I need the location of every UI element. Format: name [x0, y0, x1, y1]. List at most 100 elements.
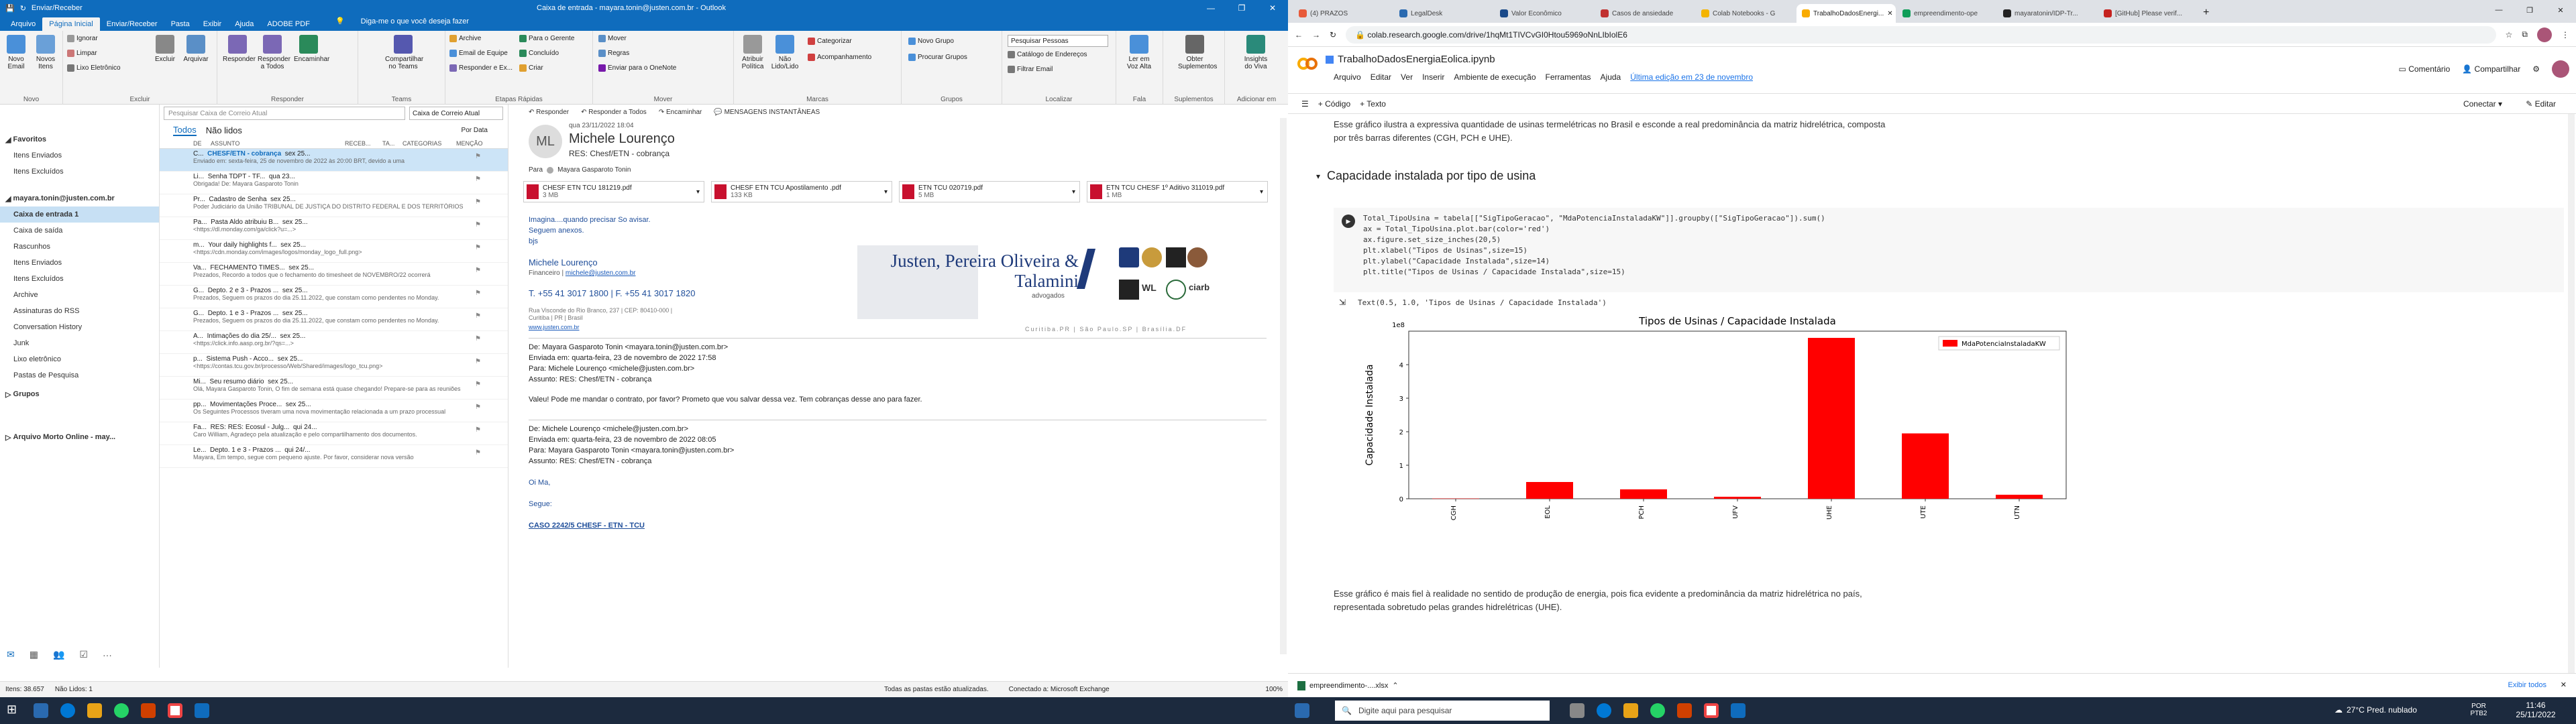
forward-button[interactable]: Encaminhar: [294, 35, 329, 63]
bookmark-star-icon[interactable]: ☆: [2506, 30, 2513, 40]
favorites-header[interactable]: ◢ Favoritos: [0, 131, 159, 147]
folder-search[interactable]: Pastas de Pesquisa: [0, 367, 159, 383]
browser-tab[interactable]: [GitHub] Please verif...: [2098, 4, 2198, 23]
menu-ajuda[interactable]: Ajuda: [1601, 72, 1621, 82]
menu-ver[interactable]: Ver: [1401, 72, 1413, 82]
send-receive-icon[interactable]: ↻: [20, 4, 26, 13]
account-header[interactable]: ◢ mayara.tonin@justen.com.br: [0, 190, 159, 206]
browser-tab[interactable]: mayaratonin/IDP-Tr...: [1998, 4, 2097, 23]
tab-arquivo[interactable]: Arquivo: [4, 17, 42, 31]
browse-groups-button[interactable]: Procurar Grupos: [908, 54, 967, 61]
share-teams-button[interactable]: Compartilhar no Teams: [385, 35, 423, 70]
message-row[interactable]: p... Sistema Push - Acco... sex 25... <ht…: [160, 354, 508, 377]
im-action[interactable]: 💬 MENSAGENS INSTANTÂNEAS: [714, 109, 820, 116]
code-cell[interactable]: ▶ Total_TipoUsina = tabela[["SigTipoGera…: [1334, 208, 2564, 292]
flag-icon[interactable]: ⚑: [475, 244, 481, 251]
sort-by-date[interactable]: Por Data: [462, 127, 488, 134]
unread-read-button[interactable]: Não Lido/Lido: [770, 35, 800, 70]
attachment[interactable]: ETN TCU CHESF 1º Aditivo 311019.pdf 1 MB ▾: [1087, 181, 1268, 202]
chrome-icon[interactable]: [168, 703, 182, 718]
save-icon[interactable]: 💾: [5, 4, 15, 13]
collapse-section-icon[interactable]: ▾: [1316, 172, 1320, 181]
message-row[interactable]: Fa... RES: RES: Ecosul - Julg... qui 24.…: [160, 422, 508, 445]
weather-widget[interactable]: ☁ 27°C Pred. nublado: [2334, 705, 2417, 715]
address-book-button[interactable]: Catálogo de Endereços: [1008, 51, 1087, 58]
tab-adobe-pdf[interactable]: ADOBE PDF: [260, 17, 317, 31]
message-row[interactable]: pp... Movimentações Proce... sex 25... Os…: [160, 400, 508, 422]
filter-all-tab[interactable]: Todos: [173, 125, 197, 136]
browser-tab[interactable]: Colab Notebooks - G: [1696, 4, 1795, 23]
signature-email-link[interactable]: michele@justen.com.br: [566, 269, 636, 277]
taskbar-search[interactable]: 🔍 Digite aqui para pesquisar: [1335, 701, 1550, 721]
language-indicator[interactable]: POR PTB2: [2469, 703, 2489, 717]
flag-icon[interactable]: ⚑: [475, 358, 481, 365]
groups-header[interactable]: ▷ Grupos: [0, 386, 159, 402]
windows-start-icon[interactable]: ⊞: [7, 703, 21, 717]
outlook-icon[interactable]: [1731, 703, 1746, 718]
flag-icon[interactable]: ⚑: [475, 449, 481, 457]
message-row[interactable]: A... Intimações do dia 25/... sex 25... <…: [160, 331, 508, 354]
forward-icon[interactable]: →: [1312, 30, 1320, 40]
col-subject[interactable]: ASSUNTO: [211, 140, 345, 147]
tab-enviar-receber[interactable]: Enviar/Receber: [100, 17, 164, 31]
col-received[interactable]: RECEB...: [345, 140, 382, 147]
col-categories[interactable]: CATEGORIAS: [402, 140, 456, 147]
run-cell-icon[interactable]: ▶: [1342, 215, 1355, 228]
close-downloads-icon[interactable]: ✕: [2561, 680, 2567, 689]
explorer-icon[interactable]: [1623, 703, 1638, 718]
whatsapp-icon[interactable]: [114, 703, 129, 718]
mail-sender[interactable]: Michele Lourenço: [569, 131, 675, 147]
search-people-input[interactable]: Pesquisar Pessoas: [1008, 35, 1108, 47]
folder-deleted-fav[interactable]: Itens Excluídos: [0, 164, 159, 180]
flag-icon[interactable]: ⚑: [475, 221, 481, 229]
comment-button[interactable]: ▭ Comentário: [2399, 64, 2451, 74]
browser-tab[interactable]: Valor Econômico: [1495, 4, 1594, 23]
message-row[interactable]: C... CHESF/ETN - cobrança sex 25... Envia…: [160, 149, 508, 172]
archive-button[interactable]: Arquivar: [181, 35, 211, 63]
tab-close-icon[interactable]: ✕: [1887, 10, 1892, 17]
people-module-icon[interactable]: 👥: [53, 649, 64, 660]
clock[interactable]: 11:46 25/11/2022: [2509, 701, 2563, 719]
new-email-button[interactable]: Novo Email: [1, 35, 31, 70]
url-bar[interactable]: 🔒 colab.research.google.com/drive/1hqMt1…: [1346, 25, 2496, 44]
add-text-button[interactable]: + Texto: [1360, 99, 1386, 109]
message-row[interactable]: Pr... Cadastro de Senha sex 25... Poder J…: [160, 194, 508, 217]
folder-junk[interactable]: Junk: [0, 335, 159, 351]
colab-logo-icon[interactable]: [1297, 58, 1318, 70]
office-icon[interactable]: [1677, 703, 1692, 718]
tab-exibir[interactable]: Exibir: [197, 17, 229, 31]
assign-policy-button[interactable]: Atribuir Política: [738, 35, 767, 70]
message-row[interactable]: Pa... Pasta Aldo atribuiu B... sex 25...…: [160, 217, 508, 240]
notebook-scrollbar[interactable]: [2568, 114, 2575, 673]
share-button[interactable]: 👤 Compartilhar: [2462, 64, 2520, 74]
menu-arquivo[interactable]: Arquivo: [1334, 72, 1361, 82]
output-toggle-icon[interactable]: ⇲: [1339, 298, 1346, 307]
followup-button[interactable]: Acompanhamento: [808, 54, 871, 61]
qs-manager[interactable]: Para o Gerente: [519, 35, 574, 42]
edit-button[interactable]: ✎ Editar: [2526, 99, 2556, 109]
user-avatar[interactable]: [2552, 60, 2569, 78]
menu-inserir[interactable]: Inserir: [1422, 72, 1444, 82]
message-row[interactable]: Mi... Seu resumo diário sex 25... Olá, Ma…: [160, 377, 508, 400]
download-item[interactable]: empreendimento-....xlsx ⌃: [1297, 680, 1432, 690]
chevron-down-icon[interactable]: ▾: [1260, 188, 1263, 196]
forward-action[interactable]: ↷ Encaminhar: [659, 109, 702, 116]
flag-icon[interactable]: ⚑: [475, 290, 481, 297]
flag-icon[interactable]: ⚑: [475, 312, 481, 320]
qs-done[interactable]: Concluído: [519, 50, 559, 57]
browser-tab-active[interactable]: TrabalhoDadosEnergi... ✕: [1796, 4, 1896, 23]
flag-icon[interactable]: ⚑: [475, 404, 481, 411]
task-view-icon[interactable]: [1570, 703, 1585, 718]
reply-all-button[interactable]: Responder a Todos: [258, 35, 290, 70]
close-button[interactable]: ✕: [2545, 6, 2576, 15]
ignore-button[interactable]: Ignorar: [67, 35, 98, 42]
text-cell-2[interactable]: Esse gráfico é mais fiel à realidade no …: [1334, 587, 1862, 614]
maximize-button[interactable]: ❐: [2514, 6, 2545, 15]
attachment[interactable]: CHESF ETN TCU 181219.pdf 3 MB ▾: [523, 181, 704, 202]
folder-rss[interactable]: Assinaturas do RSS: [0, 303, 159, 319]
categorize-button[interactable]: Categorizar: [808, 38, 852, 45]
browser-tab[interactable]: Casos de ansiedade: [1595, 4, 1695, 23]
browser-tab[interactable]: empreendimento-ope: [1897, 4, 1996, 23]
search-scope-select[interactable]: Caixa de Correio Atual: [409, 107, 503, 120]
office-icon[interactable]: [141, 703, 156, 718]
